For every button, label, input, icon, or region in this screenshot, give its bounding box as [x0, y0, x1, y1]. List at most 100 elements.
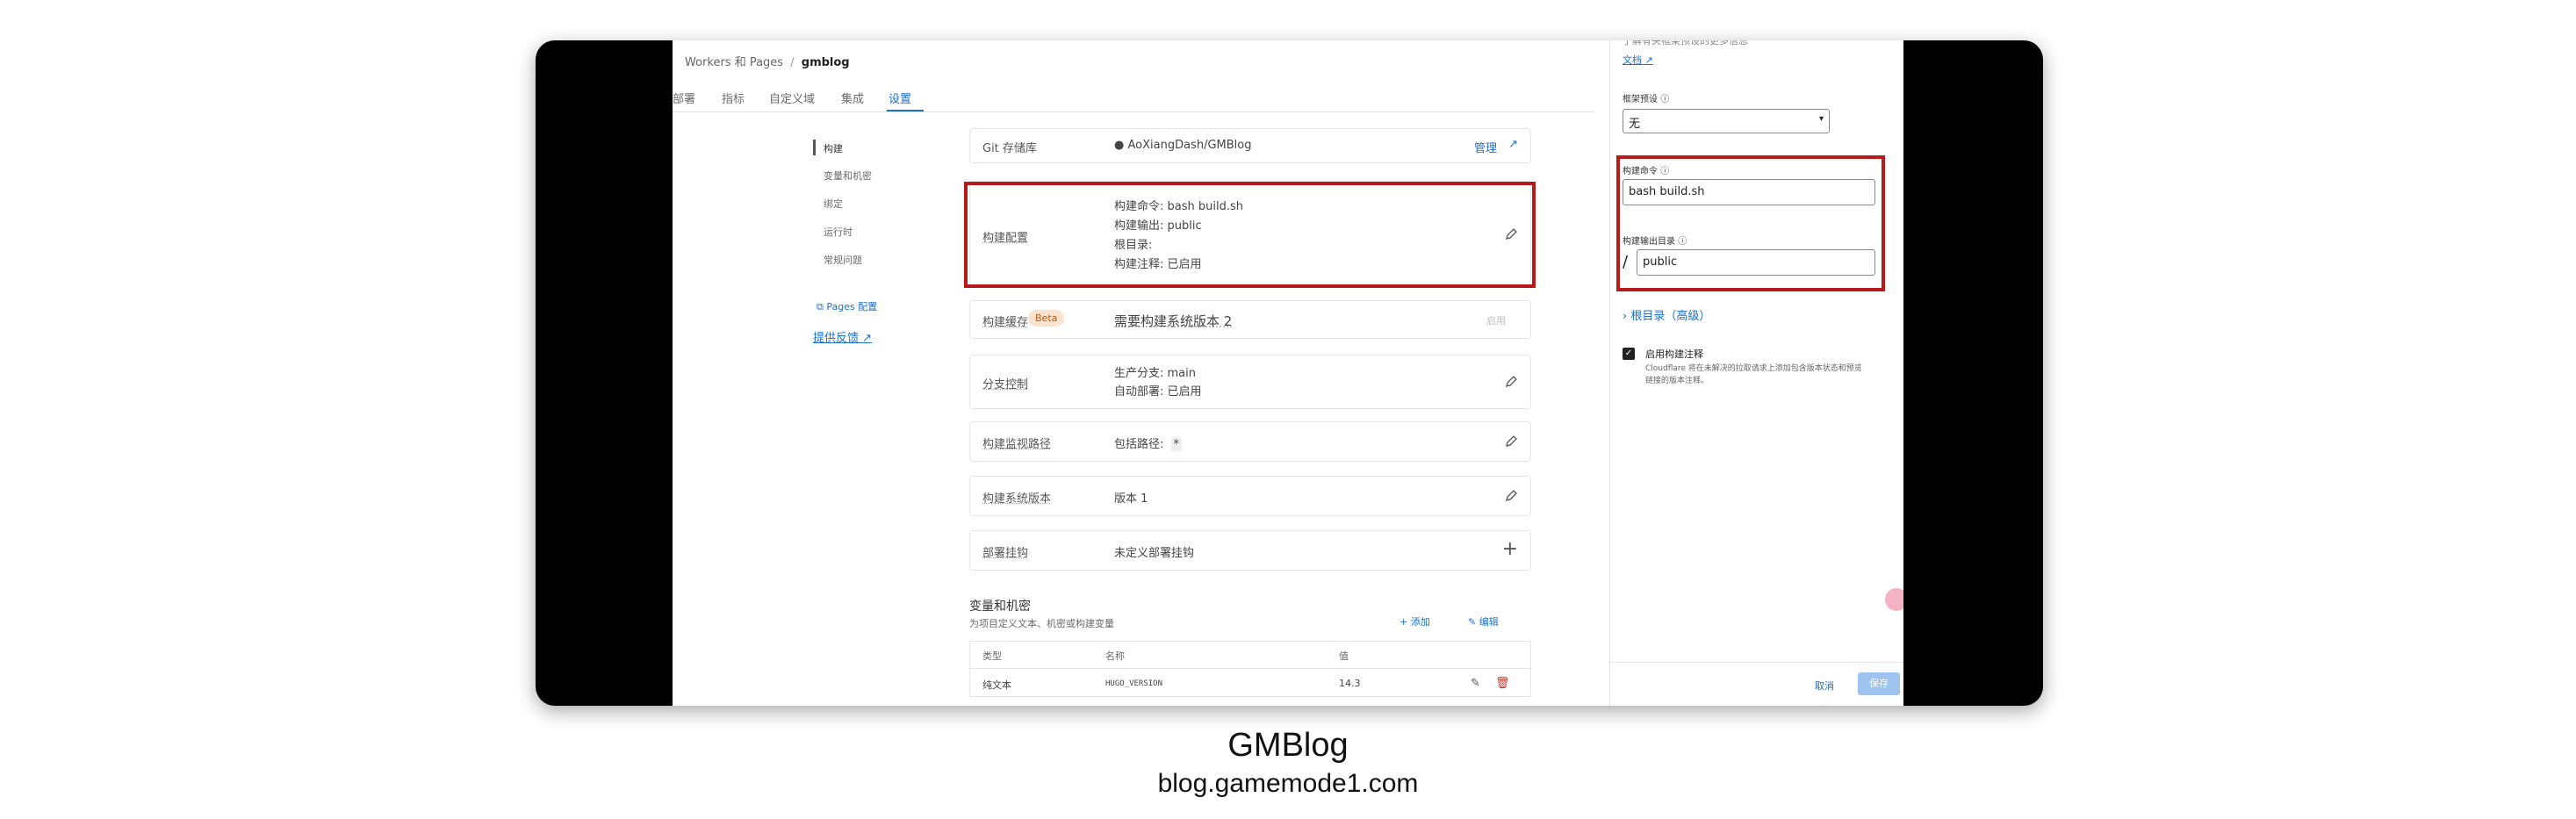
table-divider [970, 668, 1530, 669]
feedback-label: 提供反馈 [813, 332, 860, 345]
branch-values: 生产分支: main 自动部署: 已启用 [1114, 364, 1202, 401]
card-deploy-hooks: 部署挂钩 未定义部署挂钩 + [969, 530, 1531, 571]
watch-paths-label: 构建监视路径 [982, 438, 1052, 451]
tab-settings[interactable]: 设置 [889, 90, 911, 106]
add-plus-icon[interactable]: + [1502, 538, 1518, 560]
tab-deployments[interactable]: 部署 [673, 90, 695, 106]
build-comments-desc-line-2: 链接的版本注释。 [1645, 377, 1709, 385]
screenshot-frame: Workers 和 Pages / gmblog 部署 指标 自定义域 集成 设… [536, 40, 2043, 706]
preset-label: 框架预设 ⓘ [1623, 91, 1669, 104]
add-variable-button[interactable]: + 添加 [1400, 614, 1430, 629]
pages-config-link[interactable]: ⧉ Pages 配置 [817, 299, 877, 313]
build-cache-requirement: 需要构建系统版本 2 [1114, 313, 1233, 329]
info-icon: ⓘ [1660, 95, 1670, 104]
save-button[interactable]: 保存 [1858, 672, 1900, 695]
root-dir-toggle[interactable]: › 根目录（高级） [1623, 306, 1710, 323]
pencil-icon: ✎ [1468, 616, 1479, 628]
docs-label: 文档 [1623, 54, 1642, 66]
row-value: 14.3 [1339, 678, 1361, 689]
production-branch-line: 生产分支: main [1114, 367, 1196, 380]
card-watch-paths: 构建监视路径 包括路径: * [969, 421, 1531, 462]
breadcrumb-root[interactable]: Workers 和 Pages [685, 56, 783, 69]
delete-row-icon[interactable]: 🗑 [1495, 677, 1510, 690]
chevron-down-icon: ▾ [1818, 114, 1824, 124]
side-nav-active-marker [813, 140, 816, 155]
side-nav-variables[interactable]: 变量和机密 [824, 169, 872, 183]
breadcrumb: Workers 和 Pages / gmblog [685, 53, 850, 69]
plus-icon: + [1400, 616, 1411, 628]
deploy-hooks-label: 部署挂钩 [982, 547, 1029, 560]
chevron-right-icon: › [1623, 310, 1631, 323]
variables-table: 类型 名称 值 纯文本 HUGO_VERSION 14.3 ✎ 🗑 [969, 641, 1531, 697]
tab-bar: 部署 指标 自定义域 集成 设置 [673, 86, 1594, 112]
edit-label: 编辑 [1479, 616, 1499, 628]
browser-viewport: Workers 和 Pages / gmblog 部署 指标 自定义域 集成 设… [673, 40, 1903, 706]
docs-link[interactable]: 文档 ↗ [1623, 53, 1653, 67]
include-paths-label: 包括路径: [1114, 438, 1164, 451]
column-value: 值 [1339, 650, 1349, 662]
tab-integrations[interactable]: 集成 [841, 90, 864, 106]
build-config-side-panel: 了解有关框架预设的更多信息 文档 ↗ 框架预设 ⓘ 无 ▾ 构建命令 ⓘ bas… [1609, 40, 1903, 706]
active-tab-indicator [887, 110, 924, 111]
external-link-icon[interactable]: ↗ [1508, 138, 1518, 151]
github-icon: ● [1114, 139, 1125, 152]
external-link-icon: ↗ [1642, 54, 1653, 66]
panel-footer-divider [1610, 662, 1903, 663]
column-type: 类型 [982, 650, 1002, 662]
root-dir-label: 根目录（高级） [1630, 310, 1711, 323]
breadcrumb-separator: / [790, 56, 795, 69]
build-comments-desc-line-1: Cloudflare 将在未解决的拉取请求上添加包含版本状态和预览 [1645, 364, 1862, 373]
build-comments-label: 启用构建注释 [1645, 348, 1703, 360]
cancel-button[interactable]: 取消 [1815, 679, 1834, 693]
deploy-hooks-value: 未定义部署挂钩 [1114, 547, 1195, 560]
variables-subtitle: 为项目定义文本、机密或构建变量 [969, 618, 1114, 629]
edit-variables-button[interactable]: ✎ 编辑 [1468, 614, 1499, 629]
system-version-value: 版本 1 [1114, 492, 1148, 506]
auto-deploy-line: 自动部署: 已启用 [1114, 385, 1202, 399]
caption-url: blog.gamemode1.com [1157, 769, 1419, 798]
pages-icon: ⧉ [817, 301, 824, 313]
row-name: HUGO_VERSION [1105, 679, 1163, 688]
card-git-repository: Git 存储库 ● AoXiangDash/GMBlog 管理 ↗ [969, 128, 1531, 163]
watch-paths-value: 包括路径: * [1114, 435, 1183, 451]
side-nav-bindings[interactable]: 绑定 [824, 197, 843, 211]
branch-control-label: 分支控制 [982, 378, 1029, 392]
preset-selected-value: 无 [1629, 118, 1641, 131]
external-link-icon: ↗ [862, 332, 873, 345]
highlight-build-config [964, 182, 1536, 288]
git-label: Git 存储库 [982, 142, 1037, 155]
card-build-cache: 构建缓存 Beta 需要构建系统版本 2 启用 [969, 300, 1531, 339]
git-repo-name: AoXiangDash/GMBlog [1127, 139, 1252, 152]
add-label: 添加 [1410, 616, 1430, 628]
feedback-link[interactable]: 提供反馈 ↗ [813, 328, 872, 345]
caption-title: GMBlog [1227, 727, 1349, 764]
framework-preset-select[interactable]: 无 ▾ [1623, 109, 1830, 133]
include-paths-pattern: * [1170, 438, 1183, 451]
system-version-label: 构建系统版本 [982, 492, 1052, 506]
card-system-version: 构建系统版本 版本 1 [969, 476, 1531, 516]
git-manage-link[interactable]: 管理 [1474, 139, 1497, 155]
pages-config-label: Pages 配置 [826, 301, 878, 313]
git-repo-value[interactable]: ● AoXiangDash/GMBlog [1114, 139, 1251, 152]
edit-pencil-icon[interactable] [1504, 435, 1518, 449]
preset-label-text: 框架预设 [1623, 95, 1658, 104]
build-comments-checkbox[interactable]: ✓ [1623, 348, 1635, 360]
beta-badge: Beta [1028, 310, 1065, 327]
row-type: 纯文本 [982, 679, 1011, 691]
build-cache-label: 构建缓存 [982, 316, 1029, 329]
side-nav-general[interactable]: 常规问题 [824, 253, 862, 267]
highlight-build-settings [1616, 155, 1885, 291]
card-branch-control: 分支控制 生产分支: main 自动部署: 已启用 [969, 355, 1531, 409]
floating-help-icon[interactable] [1885, 588, 1903, 611]
side-nav-build[interactable]: 构建 [824, 141, 843, 155]
column-name: 名称 [1105, 650, 1125, 662]
enable-cache-button[interactable]: 启用 [1486, 313, 1506, 327]
edit-pencil-icon[interactable] [1504, 375, 1518, 389]
panel-clipped-text: 了解有关框架预设的更多信息 [1623, 40, 1748, 47]
edit-pencil-icon[interactable] [1504, 489, 1518, 503]
breadcrumb-project: gmblog [801, 56, 850, 69]
tab-custom-domains[interactable]: 自定义域 [769, 90, 815, 106]
edit-row-icon[interactable]: ✎ [1471, 677, 1480, 690]
tab-metrics[interactable]: 指标 [722, 90, 745, 106]
side-nav-runtime[interactable]: 运行时 [824, 225, 853, 239]
